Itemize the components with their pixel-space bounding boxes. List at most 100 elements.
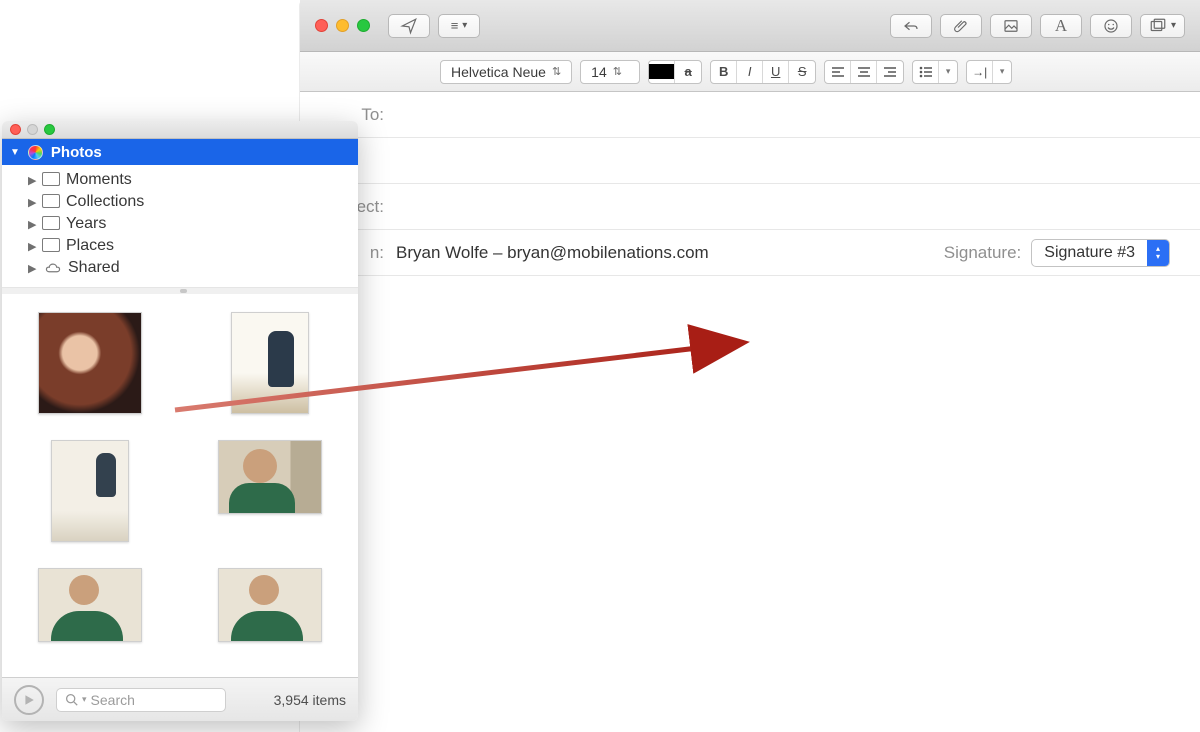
align-left-icon [831,66,845,78]
signature-value: Signature #3 [1032,244,1147,262]
subject-field-row[interactable]: ject: [300,184,1200,230]
from-signature-row: n: Bryan Wolfe – bryan@mobilenations.com… [300,230,1200,276]
play-icon [23,694,35,706]
font-size-value: 14 [591,64,607,80]
align-left-button[interactable] [825,61,851,83]
photos-header-title: Photos [51,144,102,161]
photos-source-header[interactable]: ▼ Photos [2,139,358,165]
strike-button[interactable]: S [789,61,815,83]
bold-button[interactable]: B [711,61,737,83]
play-slideshow-button[interactable] [14,685,44,715]
disclosure-triangle-icon: ▶ [28,196,38,209]
format-button[interactable]: A [1040,14,1082,38]
include-original-button[interactable] [990,14,1032,38]
close-window-button[interactable] [10,124,21,135]
paperclip-icon [952,17,970,35]
photo-browser-footer: ▾ Search 3,954 items [2,677,358,721]
font-family-select[interactable]: Helvetica Neue ⇅ [440,60,572,84]
photo-thumbnail[interactable] [231,312,309,414]
reply-icon [902,17,920,35]
send-button[interactable] [388,14,430,38]
window-traffic-lights [315,19,370,32]
photo-search-input[interactable]: ▾ Search [56,688,226,712]
compose-body[interactable] [300,276,1200,676]
attach-button[interactable] [940,14,982,38]
photo-thumbnail[interactable] [218,568,322,642]
list-group: ▾ [912,60,958,84]
disclosure-triangle-icon: ▶ [28,240,38,253]
search-placeholder: Search [91,692,135,708]
photo-thumbnail[interactable] [38,568,142,642]
tree-item-collections[interactable]: ▶ Collections [2,191,358,213]
photo-thumbnail[interactable] [38,312,142,414]
mail-toolbar: ≡ ▾ A ▾ [300,0,1200,52]
alignment-group [824,60,904,84]
tree-item-label: Moments [66,171,132,189]
align-right-icon [883,66,897,78]
photos-source-tree: ▶ Moments ▶ Collections ▶ Years ▶ Places… [2,165,358,288]
from-value[interactable]: Bryan Wolfe – bryan@mobilenations.com [392,243,944,263]
disclosure-triangle-icon: ▶ [28,174,38,187]
background-color-button[interactable]: a [675,61,701,83]
tree-item-shared[interactable]: ▶ Shared [2,257,358,279]
maximize-window-button[interactable] [357,19,370,32]
italic-button[interactable]: I [737,61,763,83]
cc-field-row[interactable] [300,138,1200,184]
tree-item-places[interactable]: ▶ Places [2,235,358,257]
tree-item-years[interactable]: ▶ Years [2,213,358,235]
font-size-select[interactable]: 14 ⇅ [580,60,640,84]
list-icon: ≡ [451,18,459,33]
indent-button[interactable]: →| [967,61,993,83]
photos-app-icon [28,145,43,160]
photo-thumbnail-grid [2,294,358,677]
underline-button[interactable]: U [763,61,789,83]
photo-thumbnail[interactable] [218,440,322,514]
text-style-group: B I U S [710,60,816,84]
photo-thumbnail[interactable] [51,440,129,542]
emoji-button[interactable] [1090,14,1132,38]
scroll-indicator [2,288,358,294]
header-fields-button[interactable]: ≡ ▾ [438,14,480,38]
collection-icon [44,196,60,208]
signature-label: Signature: [944,243,1022,263]
stepper-icon: ▴▾ [1147,240,1169,266]
minimize-window-button[interactable] [336,19,349,32]
maximize-window-button[interactable] [44,124,55,135]
paper-plane-icon [400,17,418,35]
font-family-value: Helvetica Neue [451,64,546,80]
indent-dropdown[interactable]: ▾ [993,61,1011,83]
smiley-icon [1102,17,1120,35]
stepper-icon: ⇅ [613,65,622,78]
align-center-button[interactable] [851,61,877,83]
black-swatch-icon [649,64,674,79]
align-right-button[interactable] [877,61,903,83]
reply-button[interactable] [890,14,932,38]
close-window-button[interactable] [315,19,328,32]
cloud-icon [44,262,62,274]
signature-select[interactable]: Signature #3 ▴▾ [1031,239,1170,267]
align-center-icon [857,66,871,78]
disclosure-triangle-icon: ▼ [10,147,20,158]
bullet-list-button[interactable] [913,61,939,83]
color-swatches: a [648,60,702,84]
format-bar: Helvetica Neue ⇅ 14 ⇅ a B I U S ▾ →| ▾ [300,52,1200,92]
compose-header-fields: To: ject: n: Bryan Wolfe – bryan@mobilen… [300,92,1200,276]
photo-browser-window: ▼ Photos ▶ Moments ▶ Collections ▶ Years… [2,121,358,721]
photo-count-label: 3,954 items [274,692,346,708]
collection-icon [44,240,60,252]
bullet-list-icon [919,66,933,78]
picture-icon [1002,17,1020,35]
photo-browser-icon [1149,17,1167,35]
chevron-down-icon: ▾ [1171,20,1176,31]
stepper-icon: ⇅ [552,65,561,78]
search-icon [65,693,78,706]
tree-item-moments[interactable]: ▶ Moments [2,169,358,191]
disclosure-triangle-icon: ▶ [28,218,38,231]
list-dropdown[interactable]: ▾ [939,61,957,83]
tree-item-label: Collections [66,193,144,211]
photo-browser-button[interactable]: ▾ [1140,14,1185,38]
collection-icon [44,218,60,230]
photo-browser-titlebar [2,121,358,139]
to-field-row[interactable]: To: [300,92,1200,138]
text-color-button[interactable] [649,61,675,83]
